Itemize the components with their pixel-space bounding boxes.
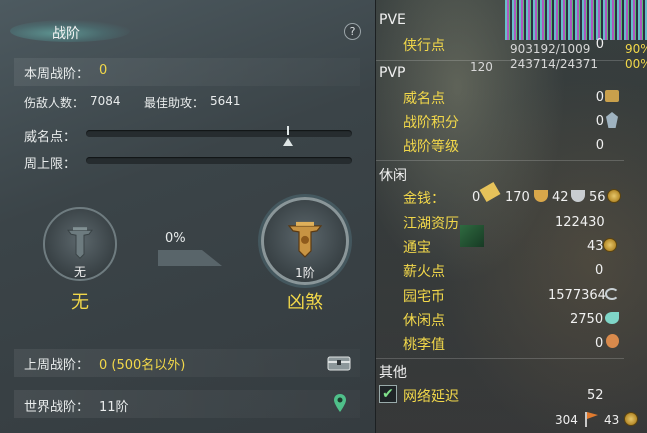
last-week-value: 0 (500名以外) [99, 358, 186, 373]
world-rank-label: 世界战阶： [24, 400, 90, 415]
week-rank-value: 0 [99, 63, 108, 78]
next-rank-small-label: 1阶 [295, 266, 315, 280]
footer-value-a: 304 [555, 413, 578, 427]
pvp-item-score-label: 战阶积分 [403, 115, 459, 131]
week-cap-bar [86, 157, 352, 164]
prestige-marker-line [287, 126, 289, 135]
footer-value-b: 43 [604, 413, 620, 427]
leisure-item-value: 43 [587, 239, 604, 254]
week-rank-label: 本周战阶： [24, 67, 90, 82]
next-rank-emblem[interactable]: 1阶 [261, 197, 349, 285]
latency-checkbox[interactable]: ✔ [379, 385, 397, 403]
flag-icon[interactable] [582, 410, 600, 428]
leisure-item-label: 桃李值 [403, 337, 445, 353]
latency-value: 52 [587, 388, 604, 403]
hud-text-3: 120 [470, 60, 493, 74]
leisure-item-value: 2750 [570, 312, 604, 327]
gold-value-b: 170 [505, 190, 530, 205]
current-rank-emblem[interactable]: 无 [43, 207, 117, 281]
garden-coin-icon [605, 288, 619, 300]
rank-badge-icon [67, 227, 93, 259]
divider [376, 358, 624, 359]
leisure-header: 休闲 [379, 168, 407, 184]
pve-header: PVE [379, 12, 406, 28]
pvp-item-prestige-label: 威名点 [403, 91, 445, 107]
pvp-header: PVP [379, 65, 406, 81]
latency-label: 网络延迟 [403, 389, 459, 405]
leisure-leaf-icon [605, 312, 619, 324]
chest-icon[interactable] [327, 354, 351, 372]
leisure-item-value: 122430 [555, 215, 605, 230]
injured-value: 7084 [90, 94, 121, 108]
pvp-item-level-value: 0 [595, 138, 604, 153]
prestige-marker [283, 138, 293, 146]
leisure-item-label: 江湖资历 [403, 216, 459, 232]
pvp-item-score-value: 0 [595, 114, 604, 129]
hud-status-bars [505, 0, 647, 40]
pvp-item-prestige-value: 0 [595, 90, 604, 105]
best-assist-value: 5641 [210, 94, 241, 108]
peach-icon [606, 334, 619, 348]
leisure-item-value: 0 [595, 263, 604, 278]
prestige-icon [605, 90, 619, 102]
gold-label: 金钱： [403, 191, 445, 207]
tongbao-coin-icon [603, 238, 617, 252]
divider [376, 60, 624, 61]
location-pin-icon[interactable] [333, 393, 347, 413]
injured-label: 伤敌人数： [24, 96, 85, 110]
leisure-item-label: 通宝 [403, 240, 431, 256]
hud-pct-2: 00% [625, 57, 647, 71]
current-rank-name: 无 [71, 292, 89, 313]
next-rank-name: 凶煞 [287, 292, 323, 313]
rank-badge-gold-icon [287, 221, 323, 258]
prestige-label: 威名点： [24, 130, 77, 145]
gold-value-c: 42 [552, 190, 569, 205]
panel-title: 战阶 [52, 26, 80, 42]
help-button[interactable]: ? [344, 23, 361, 40]
prestige-bar [86, 130, 352, 137]
world-rank-value: 11阶 [99, 400, 129, 415]
gold-value-a: 0 [472, 190, 481, 205]
hud-text-1: 903192/1009 [510, 42, 591, 56]
last-week-label: 上周战阶： [24, 358, 90, 373]
leisure-item-label: 园宅币 [403, 289, 445, 305]
leisure-item-label: 薪火点 [403, 264, 445, 280]
best-assist-label: 最佳助攻： [144, 96, 205, 110]
gold-value-d: 56 [589, 190, 606, 205]
other-header: 其他 [379, 365, 407, 381]
battle-rank-panel: 战阶 ? 本周战阶： 0 伤敌人数： 7084 最佳助攻： 5641 威名点： … [0, 0, 376, 433]
pvp-item-level-label: 战阶等级 [403, 139, 459, 155]
week-cap-label: 周上限： [24, 157, 77, 172]
current-rank-small-label: 无 [73, 265, 86, 279]
pve-item-label: 侠行点 [403, 38, 445, 54]
divider [376, 160, 624, 161]
leisure-item-label: 休闲点 [403, 313, 445, 329]
leisure-item-value: 1577364 [548, 288, 606, 303]
progress-arrow-icon [158, 250, 222, 266]
panel-header: 战阶 [0, 14, 376, 48]
jade-item-icon [460, 225, 484, 247]
hud-pct-1: 90% [625, 42, 647, 56]
leisure-item-value: 0 [595, 336, 604, 351]
pve-item-value: 0 [595, 37, 604, 52]
footer-coin-icon[interactable] [624, 412, 638, 426]
progress-percent: 0% [165, 231, 186, 246]
copper-coin-icon [607, 189, 621, 203]
